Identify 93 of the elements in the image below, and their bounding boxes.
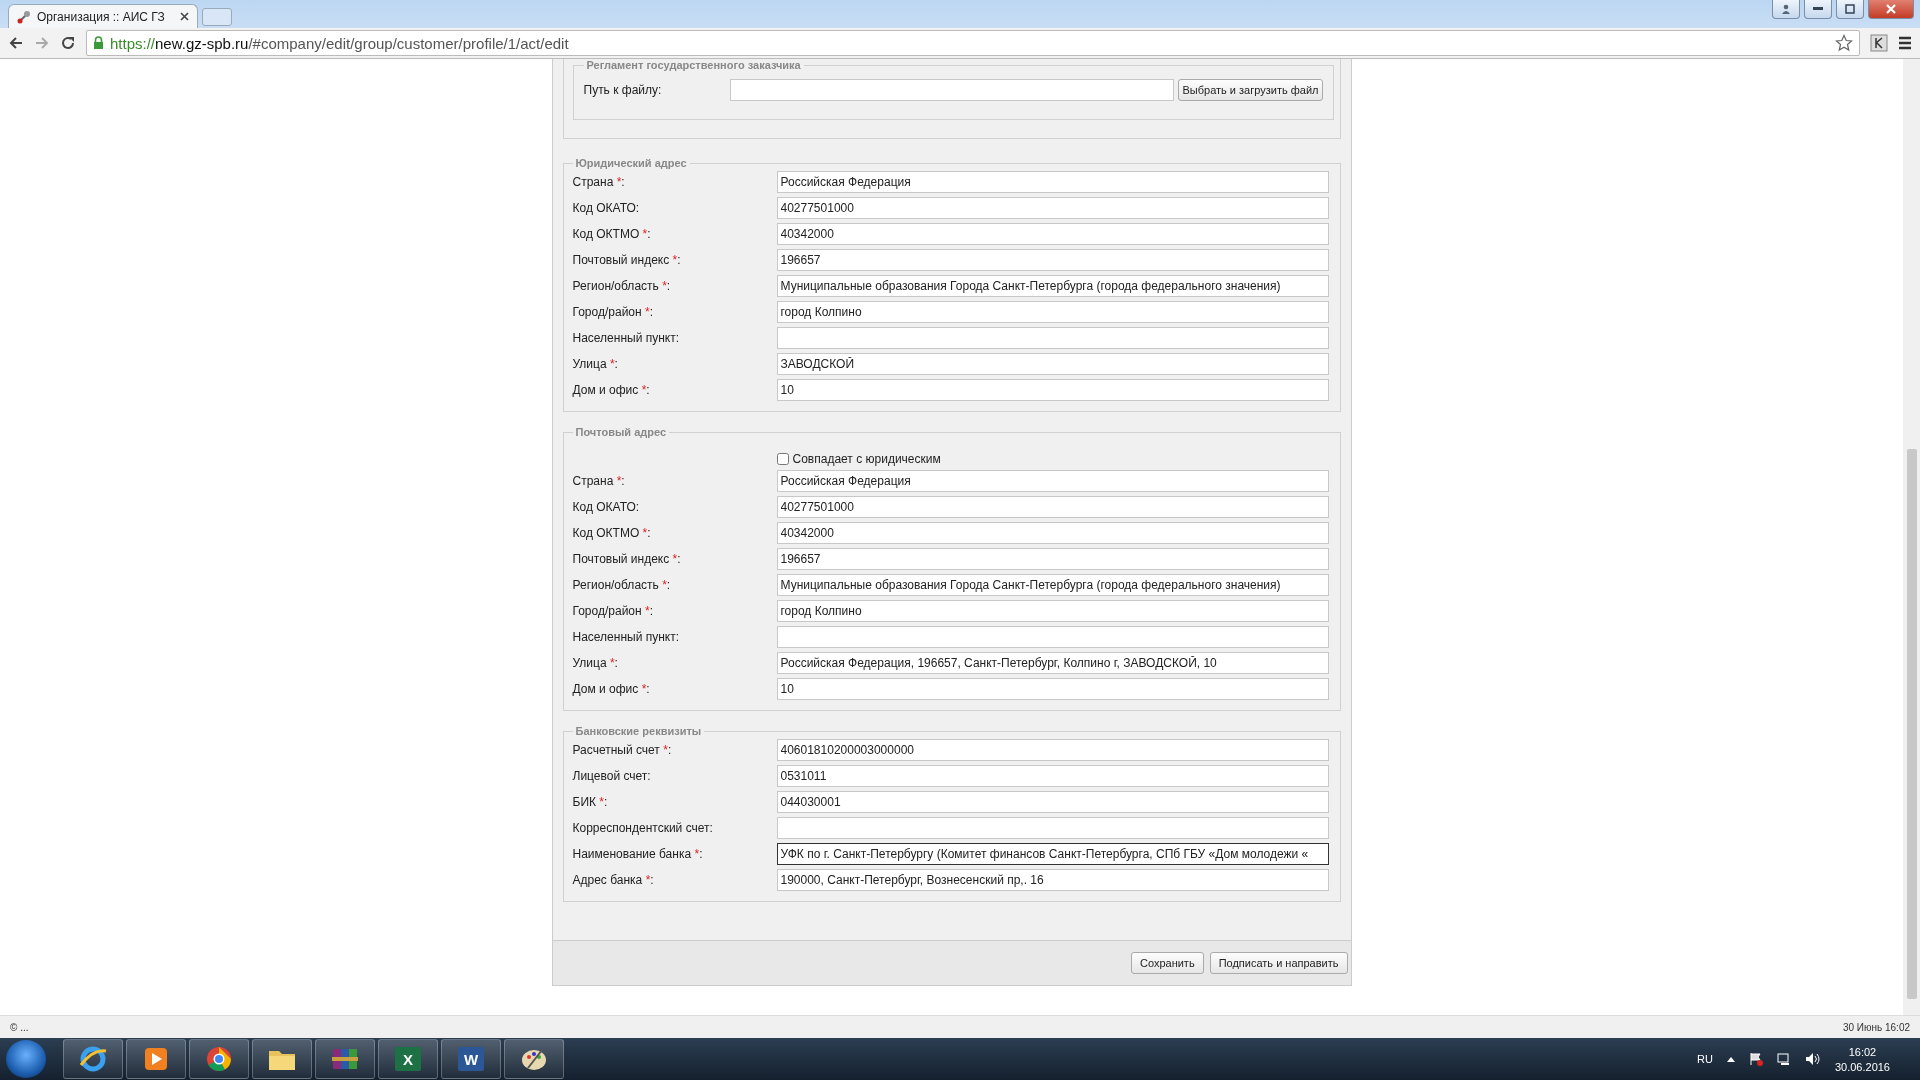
- minimize-button[interactable]: [1804, 0, 1832, 19]
- text-field[interactable]: 10: [776, 379, 1329, 401]
- field-label: Почтовый индекс *:: [572, 253, 682, 267]
- text-field[interactable]: 0531011: [776, 765, 1329, 787]
- text-field[interactable]: 190000, Санкт-Петербург, Вознесенский пр,. 16: [776, 869, 1329, 891]
- text-field[interactable]: 044030001: [776, 791, 1329, 813]
- field-label: Код ОКАТО:: [572, 500, 641, 514]
- document-icon[interactable]: W: [458, 1047, 484, 1071]
- checkbox[interactable]: [776, 453, 789, 465]
- text-field[interactable]: Российская Федерация, 196657, Санкт-Петербург, Колпино г, ЗАВОДСКОЙ, 10: [776, 652, 1329, 674]
- file-path-field[interactable]: [729, 79, 1174, 101]
- field-label: Населенный пункт:: [572, 630, 681, 644]
- save-button[interactable]: Сохранить: [1130, 952, 1204, 974]
- books-icon[interactable]: [330, 1046, 360, 1072]
- field-label: Почтовый индекс *:: [572, 552, 682, 566]
- field-label: Код ОКТМО *:: [572, 526, 652, 540]
- text-field[interactable]: 40277501000: [776, 197, 1329, 219]
- field-label: Код ОКАТО:: [572, 201, 641, 215]
- field-label: Населенный пункт:: [572, 331, 681, 345]
- field-label: Адрес банка *:: [572, 873, 655, 887]
- star-icon[interactable]: [1835, 34, 1853, 52]
- network-icon[interactable]: [1776, 1052, 1791, 1066]
- tools-icon: [17, 9, 31, 24]
- field-label: Регион/область *:: [572, 279, 672, 293]
- section-legend: Юридический адрес: [572, 157, 690, 169]
- profile-button[interactable]: [1772, 0, 1800, 19]
- text-field[interactable]: 40277501000: [776, 496, 1329, 518]
- scrollbar[interactable]: [1903, 59, 1920, 1015]
- field-label: Улица *:: [572, 357, 619, 371]
- sign-and-send-button[interactable]: Подписать и направить: [1209, 952, 1348, 974]
- text-field[interactable]: Муниципальные образования Города Санкт-Петербурга (города федерального значения): [776, 574, 1329, 596]
- field-label: Город/район *:: [572, 604, 654, 618]
- volume-icon[interactable]: [1804, 1052, 1821, 1066]
- text-field[interactable]: город Колпино: [776, 600, 1329, 622]
- text-field[interactable]: 40342000: [776, 522, 1329, 544]
- clock-date[interactable]: 30.06.2016: [1834, 1060, 1890, 1073]
- text-field[interactable]: 196657: [776, 548, 1329, 570]
- text-field[interactable]: город Колпино: [776, 301, 1329, 323]
- text-field[interactable]: 10: [776, 678, 1329, 700]
- field-label: БИК *:: [572, 795, 609, 809]
- text-field[interactable]: [776, 817, 1329, 839]
- close-icon: [1886, 4, 1896, 14]
- start-button[interactable]: [6, 1040, 46, 1078]
- caret-icon[interactable]: [1726, 1056, 1735, 1062]
- flag-icon[interactable]: [1748, 1052, 1763, 1066]
- browser-icon[interactable]: [79, 1045, 107, 1073]
- close-icon[interactable]: [180, 12, 189, 21]
- field-label: Улица *:: [572, 656, 619, 670]
- menu-icon[interactable]: [1898, 36, 1912, 50]
- field-label: Путь к файлу:: [583, 83, 663, 97]
- field-label: Регион/область *:: [572, 578, 672, 592]
- play-icon[interactable]: [143, 1046, 169, 1072]
- lock-icon: [93, 36, 104, 50]
- text-field[interactable]: 40342000: [776, 223, 1329, 245]
- section-legend: Регламент государственного заказчика: [583, 59, 804, 71]
- clock-time[interactable]: 16:02: [1848, 1045, 1877, 1058]
- field-label: Наименование банка *:: [572, 847, 704, 861]
- person-icon: [1781, 4, 1791, 14]
- field-label: Лицевой счет:: [572, 769, 652, 783]
- browser-tab[interactable]: Организация :: АИС ГЗ: [8, 4, 198, 28]
- spreadsheet-icon[interactable]: X: [395, 1047, 421, 1071]
- field-label: Страна *:: [572, 175, 626, 189]
- back-icon[interactable]: [8, 35, 24, 51]
- field-label: Страна *:: [572, 474, 626, 488]
- text-field[interactable]: Муниципальные образования Города Санкт-Петербурга (города федерального значения): [776, 275, 1329, 297]
- section-legend: Банковские реквизиты: [572, 725, 705, 737]
- field-label: Корреспондентский счет:: [572, 821, 714, 835]
- reload-icon[interactable]: [60, 35, 76, 51]
- text-field[interactable]: [776, 327, 1329, 349]
- extension-icon[interactable]: [1870, 34, 1888, 52]
- text-field[interactable]: 40601810200003000000: [776, 739, 1329, 761]
- status-text: © ...: [10, 1021, 29, 1033]
- language-indicator[interactable]: RU: [1697, 1053, 1713, 1065]
- browser-icon[interactable]: [205, 1045, 233, 1073]
- field-label: Дом и офис *:: [572, 383, 651, 397]
- field-label: Расчетный счет *:: [572, 743, 673, 757]
- checkbox-label[interactable]: Совпадает с юридическим: [776, 452, 1331, 466]
- text-field[interactable]: УФК по г. Санкт-Петербургу (Комитет финансов Санкт-Петербурга, СПб ГБУ «Дом молодежи «: [776, 843, 1329, 865]
- text-field[interactable]: Российская Федерация: [776, 171, 1329, 193]
- maximize-icon: [1845, 4, 1855, 14]
- close-button[interactable]: [1868, 0, 1914, 19]
- maximize-button[interactable]: [1836, 0, 1864, 19]
- status-date: 30 Июнь 16:02: [1842, 1021, 1910, 1033]
- text-field[interactable]: 196657: [776, 249, 1329, 271]
- minimize-icon: [1813, 7, 1823, 11]
- text-field[interactable]: ЗАВОДСКОЙ: [776, 353, 1329, 375]
- upload-button[interactable]: Выбрать и загрузить файл: [1177, 79, 1324, 101]
- section-legend: Почтовый адрес: [572, 426, 670, 438]
- text-field[interactable]: Российская Федерация: [776, 470, 1329, 492]
- field-label: Дом и офис *:: [572, 682, 651, 696]
- field-label: Код ОКТМО *:: [572, 227, 652, 241]
- field-label: Город/район *:: [572, 305, 654, 319]
- text-field[interactable]: [776, 626, 1329, 648]
